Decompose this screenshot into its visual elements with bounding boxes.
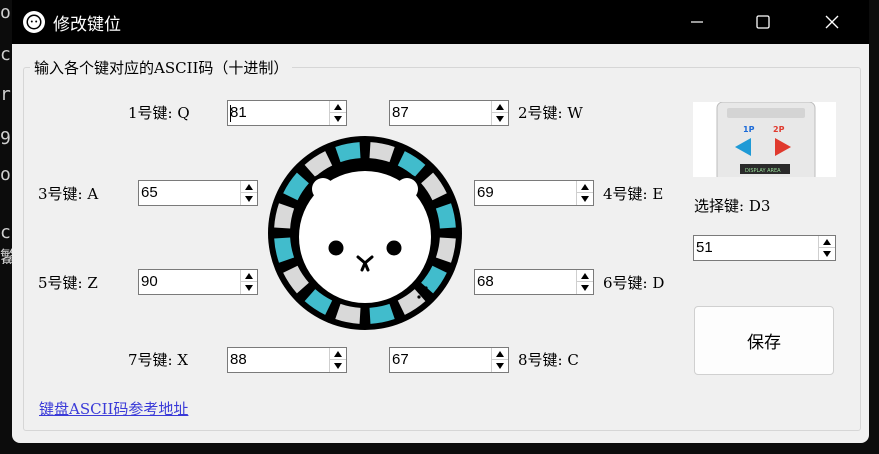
preview-right-tag: 2P bbox=[773, 125, 785, 134]
key-4-spinbox[interactable]: 69 bbox=[474, 180, 594, 206]
spin-down-button[interactable] bbox=[492, 113, 508, 125]
maximize-button[interactable] bbox=[734, 0, 792, 44]
key-1-spinbox[interactable]: 81 bbox=[227, 100, 347, 126]
spin-down-button[interactable] bbox=[819, 248, 835, 260]
select-key-value[interactable]: 51 bbox=[696, 239, 713, 256]
key-2-value[interactable]: 87 bbox=[392, 104, 409, 121]
arrow-up-icon bbox=[334, 103, 342, 110]
key-4-value[interactable]: 69 bbox=[477, 184, 494, 201]
key-7-label: 7号键: X bbox=[128, 351, 189, 369]
spin-down-button[interactable] bbox=[577, 193, 593, 205]
spin-up-button[interactable] bbox=[577, 181, 593, 193]
arrow-down-icon bbox=[581, 285, 589, 291]
arrow-down-icon bbox=[823, 251, 831, 257]
key-1-label: 1号键: Q bbox=[128, 104, 190, 122]
key-3-spinbox[interactable]: 65 bbox=[138, 180, 258, 206]
key-2-spinbox[interactable]: 87 bbox=[389, 100, 509, 126]
arrow-up-icon bbox=[496, 103, 504, 110]
spin-up-button[interactable] bbox=[330, 101, 346, 113]
key-mapping-window: 修改键位 输入各个键对应的ASCII码（十进制） 1号键: Q 2号键: W 3… bbox=[12, 0, 869, 443]
spin-up-button[interactable] bbox=[819, 236, 835, 248]
key-5-label: 5号键: Z bbox=[38, 274, 98, 292]
key-7-value[interactable]: 88 bbox=[230, 351, 247, 368]
minimize-button[interactable] bbox=[668, 0, 726, 44]
arrow-up-icon bbox=[245, 272, 253, 279]
key-5-value[interactable]: 90 bbox=[141, 273, 158, 290]
window-title: 修改键位 bbox=[53, 15, 121, 35]
key-3-label: 3号键: A bbox=[38, 185, 99, 203]
spin-up-button[interactable] bbox=[492, 101, 508, 113]
spin-down-button[interactable] bbox=[241, 282, 257, 294]
spin-down-button[interactable] bbox=[330, 113, 346, 125]
arrow-down-icon bbox=[496, 363, 504, 369]
spin-up-button[interactable] bbox=[241, 270, 257, 282]
preview-left-tag: 1P bbox=[743, 125, 755, 134]
key-6-label: 6号键: D bbox=[603, 274, 665, 292]
arrow-down-icon bbox=[581, 196, 589, 202]
close-icon bbox=[825, 15, 839, 29]
bear-eye-right bbox=[386, 240, 402, 256]
ascii-reference-link[interactable]: 键盘ASCII码参考地址 bbox=[39, 398, 188, 419]
title-bar[interactable]: 修改键位 bbox=[12, 0, 869, 44]
minimize-icon bbox=[691, 21, 703, 23]
arrow-up-icon bbox=[496, 350, 504, 357]
bear-ring-illustration bbox=[268, 136, 462, 330]
maximize-icon bbox=[756, 15, 770, 29]
spin-down-button[interactable] bbox=[492, 360, 508, 372]
arrow-up-icon bbox=[581, 272, 589, 279]
save-button[interactable]: 保存 bbox=[694, 306, 834, 375]
arrow-down-icon bbox=[334, 116, 342, 122]
preview-display-text: DISPLAY AREA bbox=[745, 168, 781, 174]
spin-down-button[interactable] bbox=[241, 193, 257, 205]
spin-up-button[interactable] bbox=[577, 270, 593, 282]
spin-up-button[interactable] bbox=[241, 181, 257, 193]
arrow-down-icon bbox=[496, 116, 504, 122]
spin-up-button[interactable] bbox=[330, 348, 346, 360]
key-8-spinbox[interactable]: 67 bbox=[389, 347, 509, 373]
spin-down-button[interactable] bbox=[577, 282, 593, 294]
spin-up-button[interactable] bbox=[492, 348, 508, 360]
select-key-spinbox[interactable]: 51 bbox=[693, 235, 836, 261]
select-key-label: 选择键: D3 bbox=[694, 197, 771, 215]
arrow-up-icon bbox=[245, 183, 253, 190]
arrow-up-icon bbox=[823, 238, 831, 245]
close-button[interactable] bbox=[803, 0, 861, 44]
group-title: 输入各个键对应的ASCII码（十进制） bbox=[30, 57, 293, 78]
key-5-spinbox[interactable]: 90 bbox=[138, 269, 258, 295]
key-6-spinbox[interactable]: 68 bbox=[474, 269, 594, 295]
arrow-up-icon bbox=[334, 350, 342, 357]
bear-eye-left bbox=[328, 240, 344, 256]
arrow-up-icon bbox=[581, 183, 589, 190]
device-preview-image: 1P 2P DISPLAY AREA bbox=[693, 102, 836, 177]
key-6-value[interactable]: 68 bbox=[477, 273, 494, 290]
key-8-value[interactable]: 67 bbox=[392, 351, 409, 368]
key-3-value[interactable]: 65 bbox=[141, 184, 158, 201]
arrow-down-icon bbox=[334, 363, 342, 369]
arrow-down-icon bbox=[245, 285, 253, 291]
key-7-spinbox[interactable]: 88 bbox=[227, 347, 347, 373]
bear-ring-icon bbox=[23, 11, 45, 33]
key-1-value[interactable]: 81 bbox=[230, 104, 247, 121]
key-8-label: 8号键: C bbox=[518, 351, 579, 369]
key-2-label: 2号键: W bbox=[518, 104, 583, 122]
key-4-label: 4号键: E bbox=[603, 185, 664, 203]
spin-down-button[interactable] bbox=[330, 360, 346, 372]
arrow-down-icon bbox=[245, 196, 253, 202]
